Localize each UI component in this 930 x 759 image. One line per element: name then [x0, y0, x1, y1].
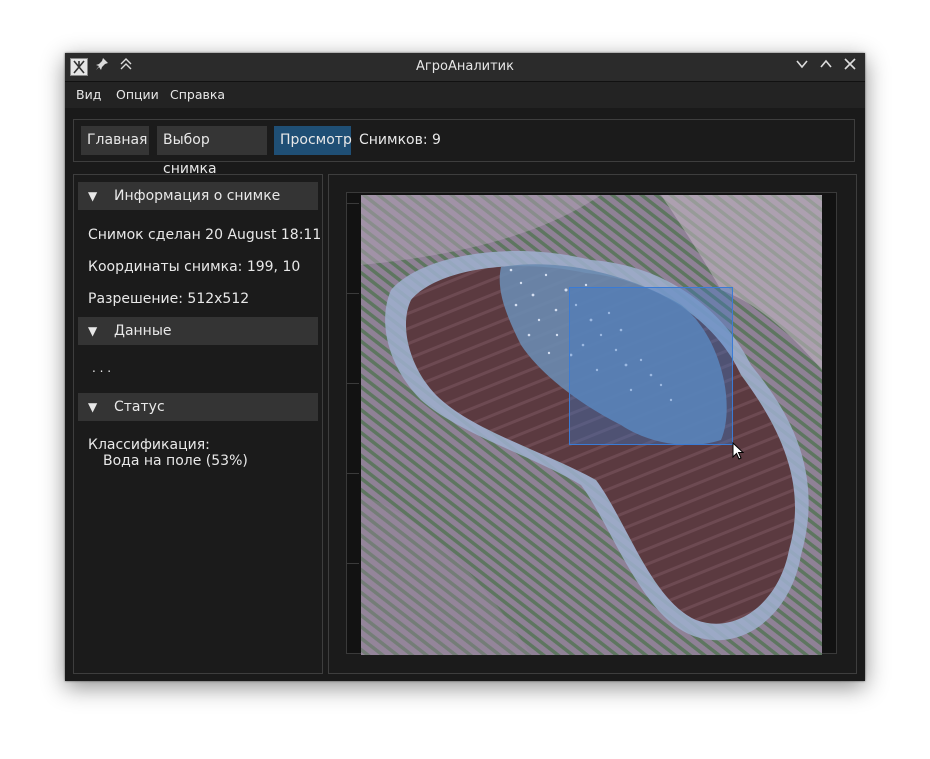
section-image-info[interactable]: ▼ Информация о снимке: [78, 182, 318, 210]
maximize-icon[interactable]: [816, 57, 836, 77]
classification-value: Вода на поле (53%): [103, 453, 248, 469]
title-bar[interactable]: АгроАналитик: [65, 53, 865, 82]
ruler-tick: [347, 293, 359, 294]
collapse-arrow-icon: ▼: [88, 400, 98, 414]
tab-select-image[interactable]: Выбор снимка: [157, 126, 267, 177]
section-title: Данные: [114, 323, 172, 339]
ruler-tick: [347, 563, 359, 564]
window-title: АгроАналитик: [416, 59, 514, 74]
app-window: АгроАналитик Вид Опции Справка Главная В…: [65, 53, 865, 681]
classification-label: Классификация:: [88, 437, 210, 453]
image-viewer[interactable]: [346, 192, 837, 655]
ruler-tick: [347, 383, 359, 384]
menu-bar: Вид Опции Справка: [65, 82, 865, 108]
menu-view[interactable]: Вид: [76, 82, 101, 108]
ruler-tick: [347, 203, 359, 204]
collapse-arrow-icon: ▼: [88, 324, 98, 338]
minimize-icon[interactable]: [792, 57, 812, 77]
toolbar: Главная Выбор снимка Просмотр Снимков: 9: [73, 119, 855, 177]
image-count: Снимков: 9: [359, 132, 441, 148]
image-coordinates: Координаты снимка: 199, 10: [88, 259, 301, 275]
data-placeholder: . . .: [92, 361, 112, 375]
info-panel: ▼ Информация о снимке Снимок сделан 20 A…: [73, 174, 323, 674]
tab-view[interactable]: Просмотр: [274, 126, 352, 155]
image-resolution: Разрешение: 512x512: [88, 291, 250, 307]
section-title: Информация о снимке: [114, 188, 281, 204]
menu-help[interactable]: Справка: [170, 82, 225, 108]
close-icon[interactable]: [840, 57, 860, 77]
image-panel: [328, 174, 857, 674]
cursor-icon: [732, 442, 745, 460]
section-status[interactable]: ▼ Статус: [78, 393, 318, 421]
tab-home[interactable]: Главная: [81, 126, 149, 155]
ruler-tick: [347, 473, 359, 474]
field-image[interactable]: [361, 195, 822, 655]
selection-rectangle[interactable]: [569, 287, 733, 445]
collapse-arrow-icon: ▼: [88, 189, 98, 203]
section-data[interactable]: ▼ Данные: [78, 317, 318, 345]
section-title: Статус: [114, 399, 165, 415]
menu-options[interactable]: Опции: [116, 82, 159, 108]
capture-time: Снимок сделан 20 August 18:11: [88, 227, 322, 243]
